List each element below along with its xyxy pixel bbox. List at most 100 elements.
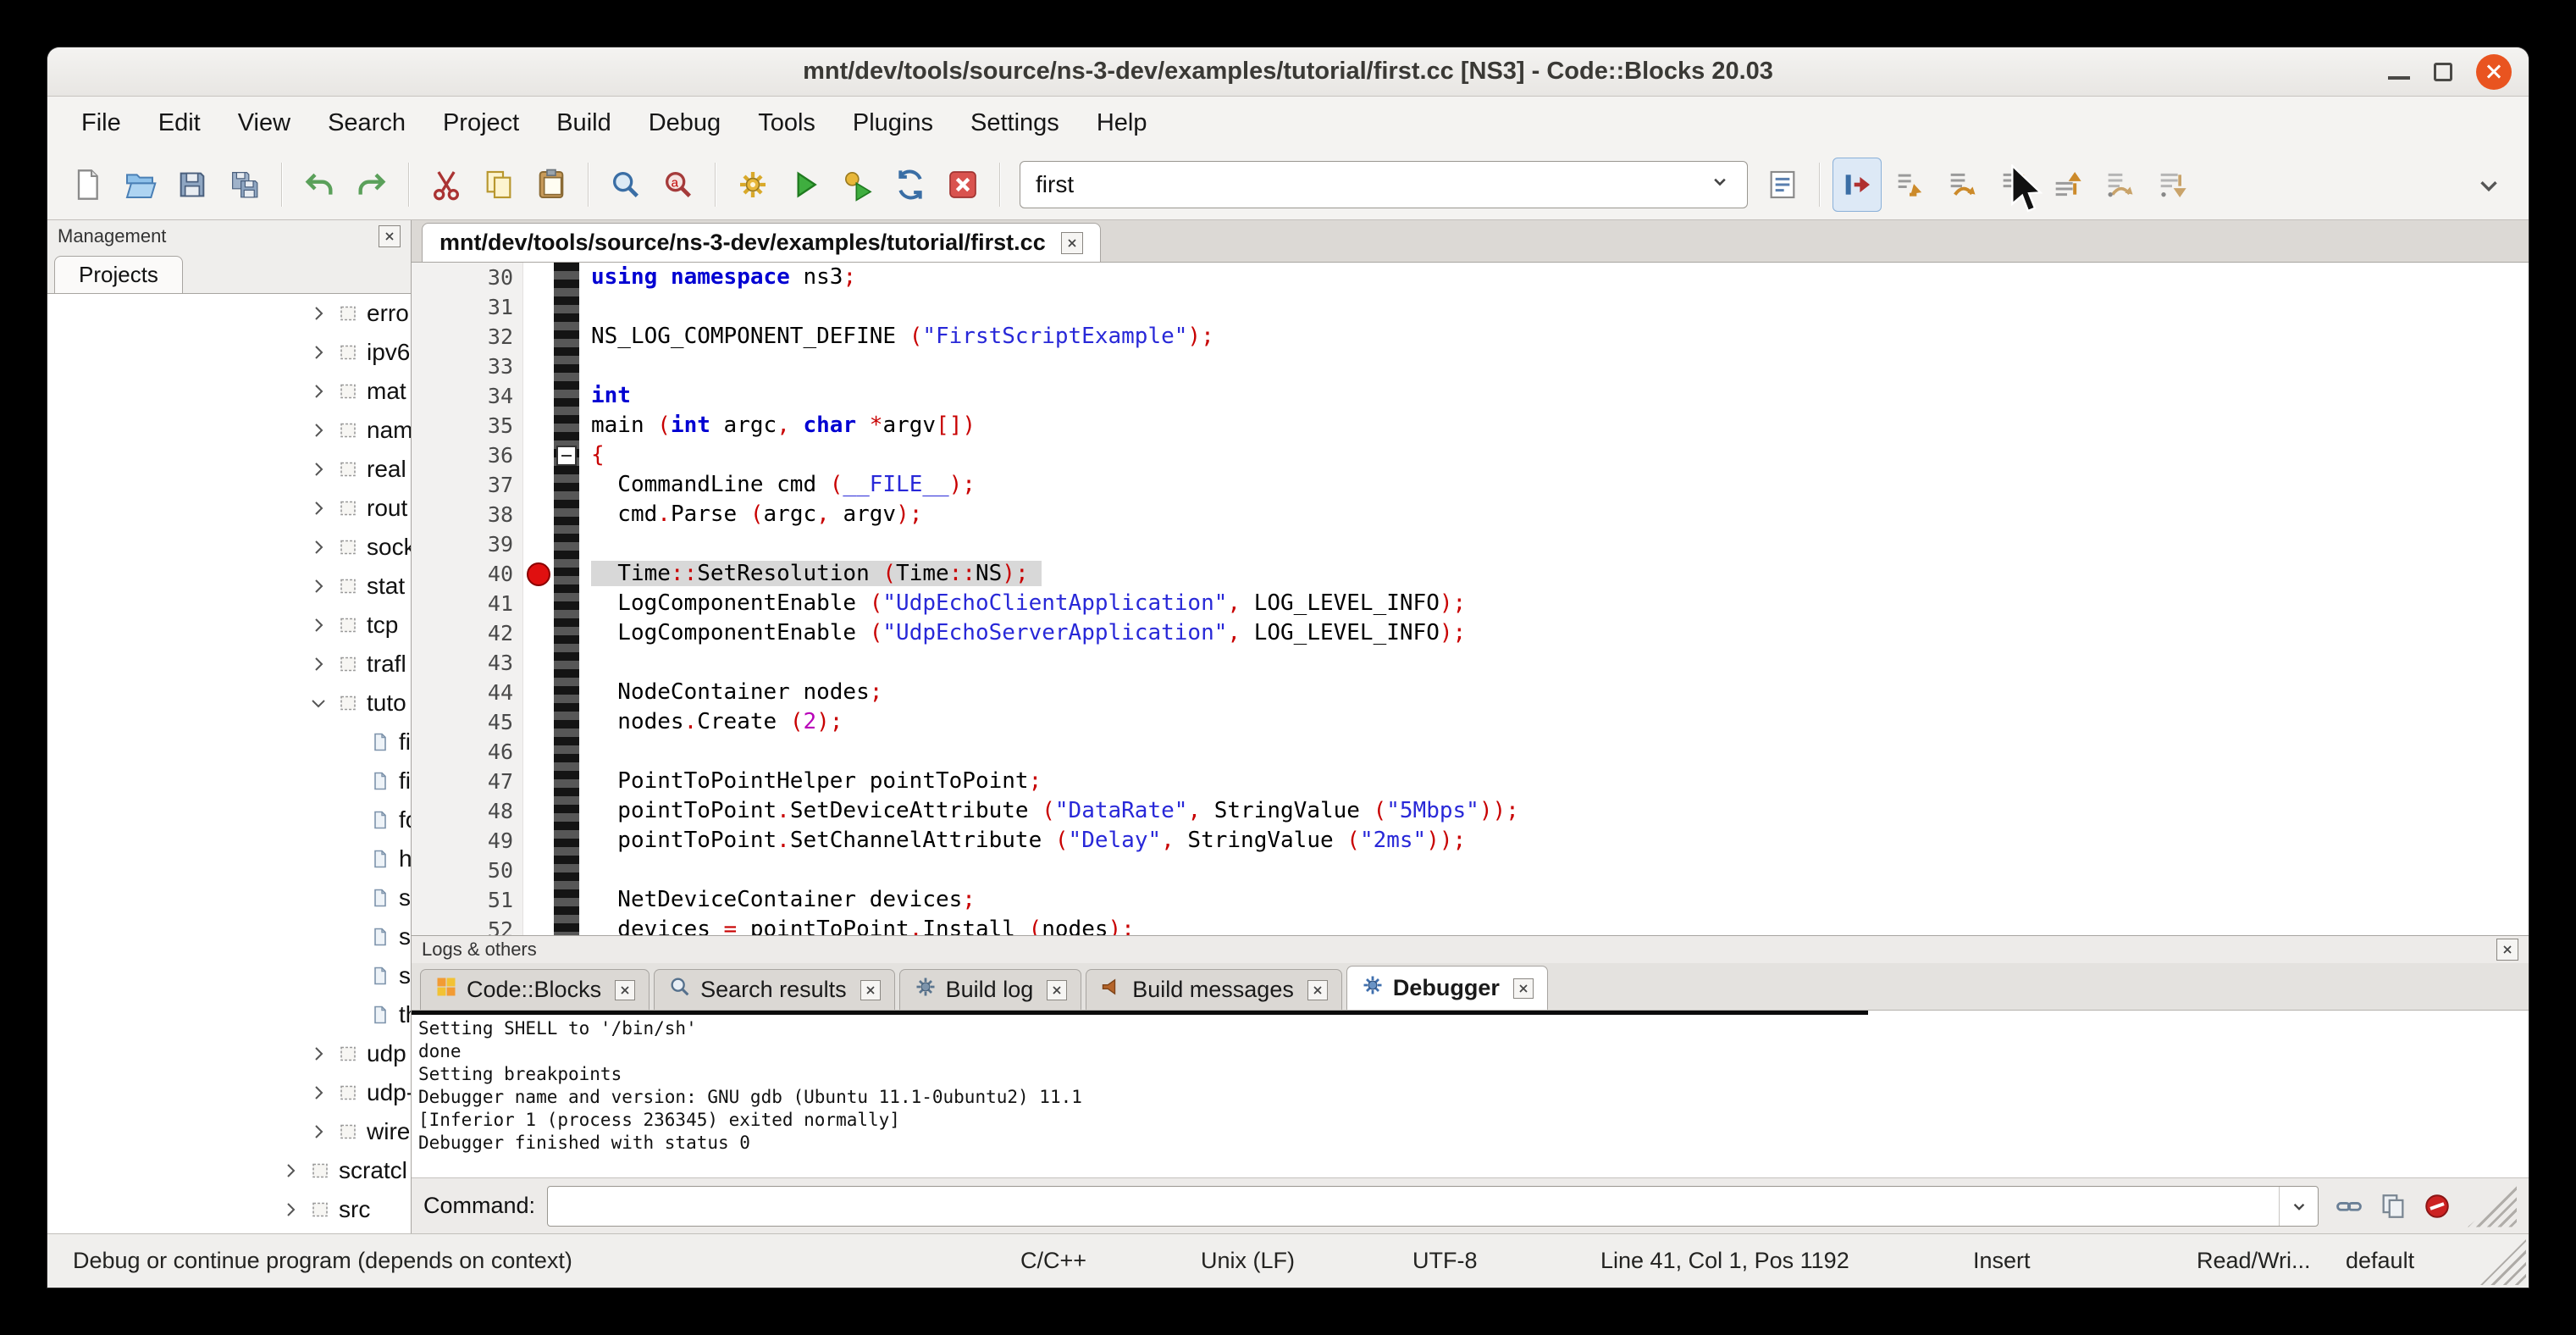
code-line[interactable]: 34int (412, 381, 2529, 411)
breakpoint-margin[interactable] (523, 767, 554, 796)
menu-item-project[interactable]: Project (424, 102, 538, 144)
management-close-button[interactable] (379, 225, 401, 247)
cut-button[interactable] (422, 158, 471, 212)
logs-tab-code-blocks[interactable]: Code::Blocks (420, 969, 650, 1010)
breakpoint-margin[interactable] (523, 381, 554, 411)
show-target-dialog-button[interactable] (1758, 158, 1807, 212)
breakpoint-margin[interactable] (523, 559, 554, 589)
code-line[interactable]: 41 LogComponentEnable ("UdpEchoClientApp… (412, 589, 2529, 618)
code-text[interactable]: pointToPoint.SetChannelAttribute ("Delay… (579, 826, 1466, 856)
build-target-combobox[interactable]: first (1020, 161, 1748, 208)
command-dropdown-button[interactable] (2279, 1187, 2318, 1226)
logs-tab-build-log[interactable]: Build log (899, 969, 1082, 1010)
tree-item[interactable]: tcp (47, 606, 411, 645)
tree-item[interactable]: udp (47, 1034, 411, 1073)
code-editor[interactable]: 30using namespace ns3;3132NS_LOG_COMPONE… (412, 263, 2529, 935)
chevron-right-icon[interactable] (304, 420, 333, 440)
tree-item[interactable]: se (47, 878, 411, 917)
fold-collapse-icon[interactable] (556, 446, 577, 466)
chevron-right-icon[interactable] (304, 1083, 333, 1103)
code-text[interactable] (579, 292, 591, 322)
debugger-log[interactable]: Setting SHELL to '/bin/sh'doneSetting br… (412, 1011, 2529, 1177)
copy-button[interactable] (474, 158, 523, 212)
run-button[interactable] (781, 158, 830, 212)
breakpoint-margin[interactable] (523, 470, 554, 500)
breakpoint-margin[interactable] (523, 796, 554, 826)
next-instruction-button[interactable] (2095, 158, 2144, 212)
tree-item[interactable]: udp- (47, 1073, 411, 1112)
breakpoint-margin[interactable] (523, 589, 554, 618)
code-line[interactable]: 31 (412, 292, 2529, 322)
code-line[interactable]: 47 PointToPointHelper pointToPoint; (412, 767, 2529, 796)
code-text[interactable] (579, 737, 591, 767)
code-line[interactable]: 37 CommandLine cmd (__FILE__); (412, 470, 2529, 500)
stop-debugger-button[interactable] (2418, 1188, 2456, 1225)
window-resize-grip[interactable] (2480, 1239, 2526, 1285)
build-button[interactable] (728, 158, 777, 212)
code-text[interactable]: main (int argc, char *argv[]) (579, 411, 976, 440)
replace-button[interactable]: a (654, 158, 703, 212)
code-line[interactable]: 39 (412, 529, 2529, 559)
rebuild-button[interactable] (886, 158, 935, 212)
chevron-down-icon[interactable] (304, 693, 333, 713)
tree-item[interactable]: nam (47, 411, 411, 450)
code-line[interactable]: 48 pointToPoint.SetDeviceAttribute ("Dat… (412, 796, 2529, 826)
editor-tab-close-button[interactable] (1061, 232, 1083, 254)
debug-continue-button[interactable] (1832, 158, 1882, 212)
tree-item[interactable]: fo (47, 800, 411, 839)
toolbar-overflow-button[interactable] (2464, 158, 2513, 212)
code-line[interactable]: 35main (int argc, char *argv[]) (412, 411, 2529, 440)
menu-item-plugins[interactable]: Plugins (834, 102, 952, 144)
tree-item[interactable]: trafl (47, 645, 411, 684)
code-text[interactable]: LogComponentEnable ("UdpEchoClientApplic… (579, 589, 1466, 618)
breakpoint-margin[interactable] (523, 440, 554, 470)
logs-tab-close-button[interactable] (1047, 980, 1067, 1000)
breakpoint-margin[interactable] (523, 648, 554, 678)
code-text[interactable] (579, 352, 591, 381)
menu-item-debug[interactable]: Debug (630, 102, 739, 144)
breakpoint-margin[interactable] (523, 322, 554, 352)
tree-item[interactable]: he (47, 839, 411, 878)
code-text[interactable]: NetDeviceContainer devices; (579, 885, 976, 915)
logs-tab-search-results[interactable]: Search results (654, 969, 895, 1010)
title-bar[interactable]: mnt/dev/tools/source/ns-3-dev/examples/t… (47, 47, 2529, 97)
code-text[interactable]: cmd.Parse (argc, argv); (579, 500, 922, 529)
code-line[interactable]: 42 LogComponentEnable ("UdpEchoServerApp… (412, 618, 2529, 648)
code-text[interactable]: pointToPoint.SetDeviceAttribute ("DataRa… (579, 796, 1519, 826)
chevron-right-icon[interactable] (276, 1199, 305, 1220)
tab-projects[interactable]: Projects (54, 256, 183, 293)
tree-item[interactable]: fif (47, 723, 411, 762)
chevron-right-icon[interactable] (304, 654, 333, 674)
code-line[interactable]: 51 NetDeviceContainer devices; (412, 885, 2529, 915)
chevron-right-icon[interactable] (304, 498, 333, 518)
code-text[interactable]: PointToPointHelper pointToPoint; (579, 767, 1042, 796)
code-text[interactable]: using namespace ns3; (579, 263, 856, 292)
code-text[interactable] (579, 529, 591, 559)
save-button[interactable] (168, 158, 217, 212)
tree-item[interactable]: stat (47, 567, 411, 606)
command-input[interactable] (547, 1186, 2319, 1227)
tree-item[interactable]: six (47, 956, 411, 995)
tree-item[interactable]: src (47, 1190, 411, 1229)
code-text[interactable]: Time::SetResolution (Time::NS); (579, 559, 1042, 589)
logs-tab-debugger[interactable]: Debugger (1346, 966, 1548, 1010)
tree-item[interactable]: real (47, 450, 411, 489)
code-line[interactable]: 32NS_LOG_COMPONENT_DEFINE ("FirstScriptE… (412, 322, 2529, 352)
minimize-button[interactable] (2388, 76, 2410, 80)
code-text[interactable] (579, 856, 591, 885)
menu-item-build[interactable]: Build (538, 102, 630, 144)
next-line-button[interactable] (1938, 158, 1987, 212)
chevron-right-icon[interactable] (276, 1161, 305, 1181)
chevron-right-icon[interactable] (304, 1044, 333, 1064)
new-file-button[interactable] (63, 158, 112, 212)
code-line[interactable]: 38 cmd.Parse (argc, argv); (412, 500, 2529, 529)
logs-tab-build-messages[interactable]: Build messages (1086, 969, 1342, 1010)
menu-item-help[interactable]: Help (1078, 102, 1166, 144)
tree-item[interactable]: sock (47, 528, 411, 567)
link-button[interactable] (2330, 1188, 2368, 1225)
build-and-run-button[interactable] (833, 158, 882, 212)
tree-item[interactable]: fir (47, 762, 411, 800)
chevron-right-icon[interactable] (304, 1122, 333, 1142)
step-out-button[interactable] (2043, 158, 2092, 212)
code-text[interactable]: NS_LOG_COMPONENT_DEFINE ("FirstScriptExa… (579, 322, 1214, 352)
